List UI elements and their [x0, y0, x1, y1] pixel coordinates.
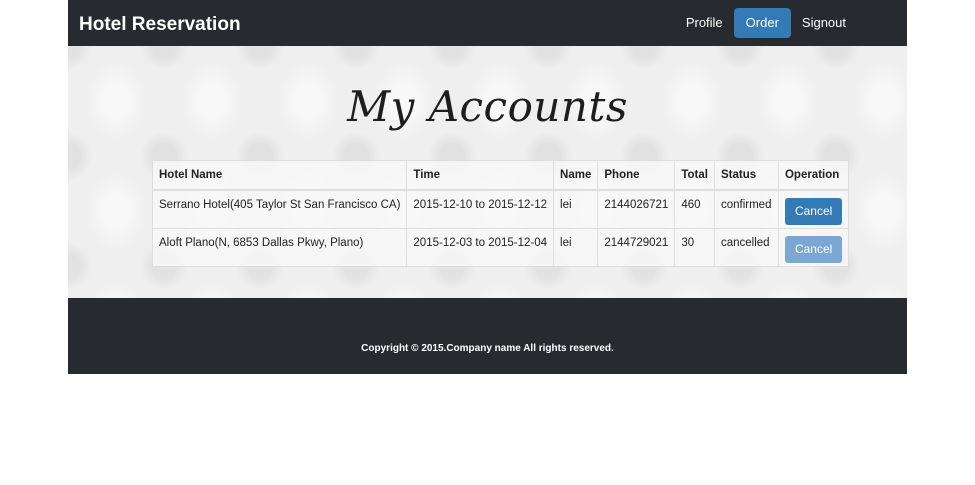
header-hotel-name: Hotel Name — [151, 160, 408, 191]
cell-phone: 2144729021 — [597, 227, 676, 267]
table-header-row: Hotel Name Time Name Phone Total Status … — [151, 160, 850, 191]
cell-total: 460 — [674, 189, 715, 229]
cell-status: cancelled — [713, 227, 779, 267]
table-row: Serrano Hotel(405 Taylor St San Francisc… — [151, 189, 850, 229]
header-status: Status — [713, 160, 779, 191]
cell-hotel-name: Aloft Plano(N, 6853 Dallas Pkwy, Plano) — [151, 227, 408, 267]
cell-total: 30 — [674, 227, 715, 267]
header-total: Total — [674, 160, 715, 191]
header-name: Name — [553, 160, 599, 191]
main-content: My Accounts Hotel Name Time Name Phone T… — [68, 46, 907, 298]
orders-table: Hotel Name Time Name Phone Total Status … — [151, 160, 850, 267]
cell-status: confirmed — [713, 189, 779, 229]
header-operation: Operation — [777, 160, 850, 191]
cancel-button[interactable]: Cancel — [784, 198, 843, 225]
nav-item-order[interactable]: Order — [733, 8, 791, 38]
cell-phone: 2144026721 — [597, 189, 676, 229]
cell-hotel-name: Serrano Hotel(405 Taylor St San Francisc… — [151, 189, 408, 229]
brand-logo[interactable]: Hotel Reservation — [79, 0, 241, 46]
cell-operation: Cancel — [777, 227, 850, 267]
nav-menu: Profile Order Signout — [678, 8, 907, 38]
cell-time: 2015-12-03 to 2015-12-04 — [406, 227, 555, 267]
cancel-button-disabled: Cancel — [784, 235, 843, 263]
header-time: Time — [406, 160, 555, 191]
cell-operation: Cancel — [777, 189, 850, 229]
page-title: My Accounts — [347, 82, 628, 131]
cell-time: 2015-12-10 to 2015-12-12 — [406, 189, 555, 229]
page: Hotel Reservation Profile Order Signout … — [68, 0, 907, 374]
footer: Copyright © 2015.Company name All rights… — [68, 298, 907, 374]
header-phone: Phone — [597, 160, 676, 191]
navbar: Hotel Reservation Profile Order Signout — [68, 0, 907, 46]
table-row: Aloft Plano(N, 6853 Dallas Pkwy, Plano) … — [151, 227, 850, 267]
cell-name: lei — [553, 227, 599, 267]
copyright-text: Copyright © 2015.Company name All rights… — [361, 343, 614, 354]
cell-name: lei — [553, 189, 599, 229]
nav-item-profile[interactable]: Profile — [678, 8, 731, 38]
nav-item-signout[interactable]: Signout — [794, 8, 854, 38]
